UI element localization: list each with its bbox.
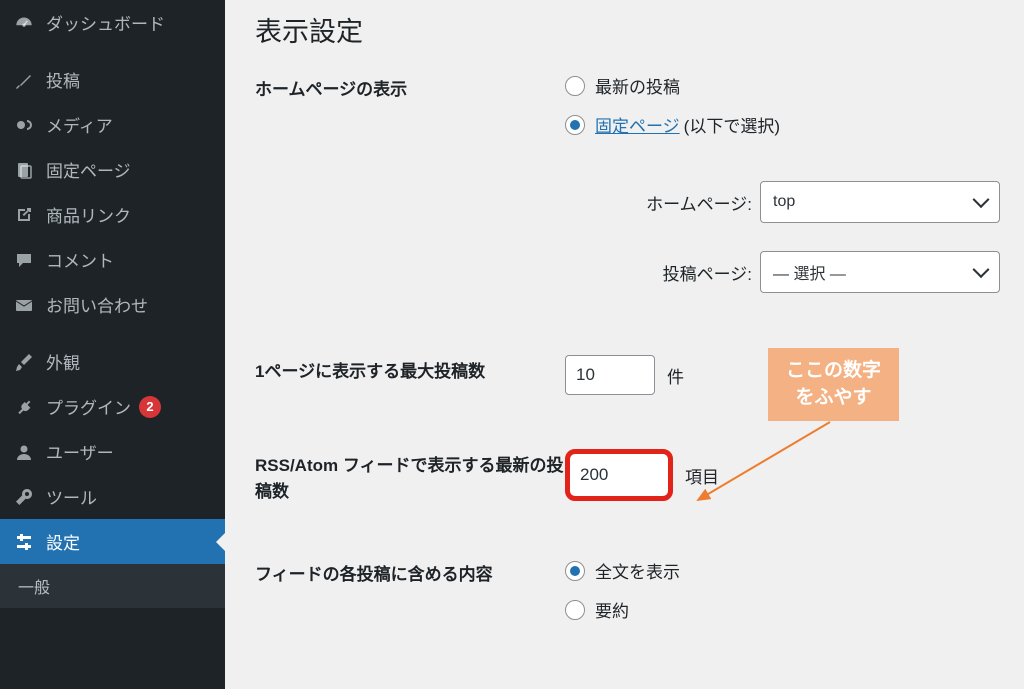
sidebar-item-dashboard[interactable]: ダッシュボード — [0, 0, 225, 45]
user-icon — [12, 440, 36, 464]
sidebar-item-settings[interactable]: 設定 — [0, 519, 225, 564]
sidebar-item-comments[interactable]: コメント — [0, 237, 225, 282]
annotation-line-1: ここの数字 — [786, 358, 881, 385]
pin-icon — [12, 68, 36, 92]
row-select-homepage: ホームページ: top — [565, 151, 1000, 223]
input-rss-items[interactable]: 200 — [565, 449, 673, 501]
sidebar-item-label: メディア — [46, 112, 113, 137]
mail-icon — [12, 293, 36, 317]
update-badge: 2 — [139, 396, 161, 418]
row-homepage-display: ホームページの表示 最新の投稿 固定ページ (以下で選択) ホームページ: to… — [255, 73, 1000, 319]
sidebar-item-label: ツール — [46, 484, 97, 509]
radio-label: 最新の投稿 — [595, 73, 680, 98]
suffix-posts-per-page: 件 — [667, 363, 684, 388]
radio-icon — [565, 115, 585, 135]
row-feed-content: フィードの各投稿に含める内容 全文を表示 要約 — [255, 530, 1000, 662]
radio-latest-posts[interactable]: 最新の投稿 — [565, 73, 1000, 112]
sidebar-item-label: 設定 — [46, 529, 80, 554]
sidebar-item-posts[interactable]: 投稿 — [0, 57, 225, 102]
radio-icon — [565, 561, 585, 581]
input-value: 10 — [576, 365, 595, 385]
sidebar-item-label: 外観 — [46, 349, 80, 374]
radio-summary[interactable]: 要約 — [565, 597, 1000, 636]
sidebar-item-users[interactable]: ユーザー — [0, 429, 225, 474]
sidebar-item-appearance[interactable]: 外観 — [0, 339, 225, 384]
select-value: top — [773, 193, 795, 211]
brush-icon — [12, 350, 36, 374]
select-homepage[interactable]: top — [760, 181, 1000, 223]
page-title: 表示設定 — [255, 0, 1000, 73]
label-feed-content: フィードの各投稿に含める内容 — [255, 558, 565, 588]
sidebar-item-pages[interactable]: 固定ページ — [0, 147, 225, 192]
label-select-homepage: ホームページ: — [646, 190, 752, 215]
sidebar-item-media[interactable]: メディア — [0, 102, 225, 147]
sidebar-item-label: お問い合わせ — [46, 292, 148, 317]
select-value: — 選択 — — [773, 260, 846, 284]
sidebar-item-label: コメント — [46, 247, 114, 272]
field-feed-content: 全文を表示 要約 — [565, 558, 1000, 636]
input-value: 200 — [580, 465, 608, 485]
settings-icon — [12, 530, 36, 554]
annotation-line-2: をふやす — [786, 385, 881, 412]
radio-label-link: 固定ページ — [595, 112, 680, 137]
sidebar-item-label: プラグイン — [46, 394, 131, 419]
comment-icon — [12, 248, 36, 272]
label-homepage-display: ホームページの表示 — [255, 73, 565, 103]
field-rss-items: 200 項目 — [565, 449, 1000, 501]
radio-icon — [565, 600, 585, 620]
suffix-rss-items: 項目 — [685, 463, 719, 488]
sidebar-item-label: 固定ページ — [46, 157, 131, 182]
sidebar-item-label: 投稿 — [46, 67, 80, 92]
label-rss-items: RSS/Atom フィードで表示する最新の投稿数 — [255, 449, 565, 504]
sidebar-item-label: 商品リンク — [46, 202, 131, 227]
label-select-posts-page: 投稿ページ: — [663, 260, 752, 285]
dashboard-icon — [12, 11, 36, 35]
annotation-callout: ここの数字 をふやす — [768, 348, 899, 421]
pages-icon — [12, 158, 36, 182]
sidebar-item-product-links[interactable]: 商品リンク — [0, 192, 225, 237]
media-icon — [12, 113, 36, 137]
select-posts-page[interactable]: — 選択 — — [760, 251, 1000, 293]
sidebar-item-label: ダッシュボード — [46, 10, 165, 35]
admin-sidebar: ダッシュボード投稿メディア固定ページ商品リンクコメントお問い合わせ外観プラグイン… — [0, 0, 225, 689]
radio-static-page[interactable]: 固定ページ (以下で選択) — [565, 112, 1000, 151]
field-homepage-display: 最新の投稿 固定ページ (以下で選択) ホームページ: top 投稿ページ: —… — [565, 73, 1000, 293]
row-select-posts-page: 投稿ページ: — 選択 — — [565, 223, 1000, 293]
radio-icon — [565, 76, 585, 96]
sidebar-item-contact[interactable]: お問い合わせ — [0, 282, 225, 327]
sidebar-item-tools[interactable]: ツール — [0, 474, 225, 519]
sidebar-item-plugins[interactable]: プラグイン 2 — [0, 384, 225, 429]
input-posts-per-page[interactable]: 10 — [565, 355, 655, 395]
radio-full-text[interactable]: 全文を表示 — [565, 558, 1000, 597]
radio-label: 全文を表示 — [595, 558, 680, 583]
link-out-icon — [12, 203, 36, 227]
plug-icon — [12, 395, 36, 419]
sidebar-sub-general[interactable]: 一般 — [0, 564, 225, 608]
sidebar-item-label: ユーザー — [46, 439, 114, 464]
row-rss-items: RSS/Atom フィードで表示する最新の投稿数 200 項目 — [255, 421, 1000, 530]
radio-label-suffix: (以下で選択) — [684, 112, 780, 137]
main-content: 表示設定 ホームページの表示 最新の投稿 固定ページ (以下で選択) ホームペー… — [225, 0, 1024, 689]
label-posts-per-page: 1ページに表示する最大投稿数 — [255, 355, 565, 385]
wrench-icon — [12, 485, 36, 509]
radio-label: 要約 — [595, 597, 629, 622]
